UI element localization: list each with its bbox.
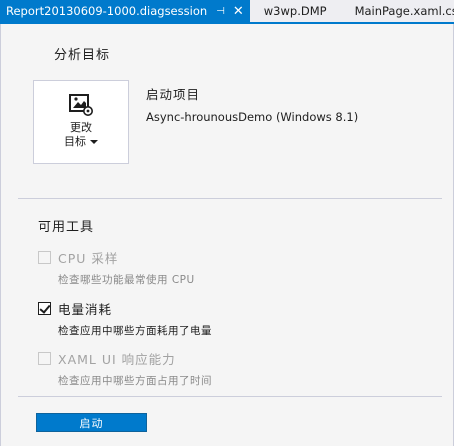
section-divider — [18, 396, 442, 397]
xaml-ui-checkbox[interactable] — [38, 352, 51, 365]
document-tab-bar: Report20130609-1000.diagsession ⊣ ✕ w3wp… — [0, 0, 454, 22]
change-target-label-line2: 目标 — [64, 135, 86, 148]
tab-label: Report20130609-1000.diagsession — [6, 4, 208, 18]
start-button[interactable]: 启动 — [36, 413, 147, 432]
tool-description: 检查哪些功能最常使用 CPU — [58, 274, 195, 286]
cpu-sampling-checkbox[interactable] — [38, 251, 51, 264]
tab-diagsession[interactable]: Report20130609-1000.diagsession ⊣ ✕ — [0, 0, 250, 22]
tool-energy-consumption: 电量消耗 检查应用中哪些方面耗用了电量 — [38, 299, 212, 338]
tool-xaml-ui-responsiveness: XAML UI 响应能力 检查应用中哪些方面占用了时间 — [38, 349, 212, 388]
tool-description: 检查应用中哪些方面占用了时间 — [58, 375, 212, 387]
tab-w3wp-dmp[interactable]: w3wp.DMP — [256, 0, 335, 22]
tool-name: CPU 采样 — [58, 251, 119, 266]
close-icon[interactable]: ✕ — [233, 4, 244, 19]
chevron-down-icon — [90, 140, 98, 144]
change-target-button[interactable]: 更改 目标 — [33, 80, 129, 164]
tab-label: w3wp.DMP — [263, 4, 327, 18]
tab-label: MainPage.xaml.cs — [354, 4, 454, 18]
energy-consumption-checkbox[interactable] — [38, 302, 51, 315]
tool-description: 检查应用中哪些方面耗用了电量 — [58, 325, 212, 337]
pin-icon[interactable]: ⊣ — [216, 6, 225, 17]
available-tools-heading: 可用工具 — [38, 220, 95, 235]
tool-cpu-sampling: CPU 采样 检查哪些功能最常使用 CPU — [38, 248, 195, 287]
start-project-value: Async-hrounousDemo (Windows 8.1) — [146, 110, 359, 124]
section-divider — [18, 198, 442, 199]
target-app-icon — [69, 94, 93, 116]
tab-mainpage-xaml-cs[interactable]: MainPage.xaml.cs — [347, 0, 454, 22]
analysis-target-heading: 分析目标 — [54, 48, 111, 63]
start-project-label: 启动项目 — [146, 87, 201, 102]
tool-name: 电量消耗 — [58, 302, 113, 317]
tool-name: XAML UI 响应能力 — [58, 352, 176, 367]
change-target-label-line1: 更改 — [70, 121, 92, 134]
